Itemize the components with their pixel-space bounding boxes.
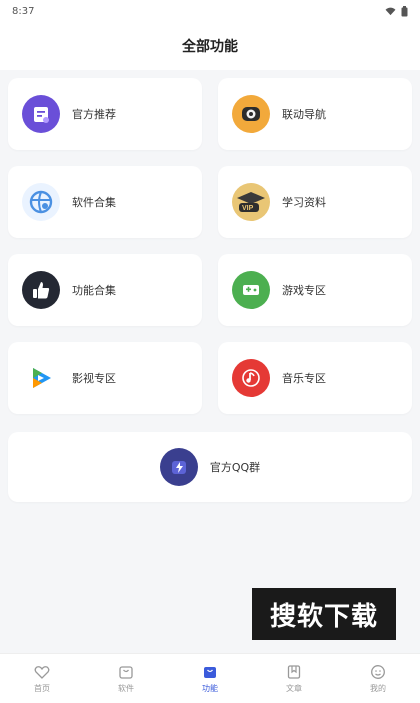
nav-item-articles[interactable]: 文章 — [259, 664, 329, 694]
bag-icon — [204, 666, 216, 678]
software-icon — [22, 183, 60, 221]
feature-label: 功能合集 — [72, 284, 116, 297]
feature-label: 官方推荐 — [72, 108, 116, 121]
feature-label: 游戏专区 — [282, 284, 326, 297]
video-play-icon — [22, 359, 60, 397]
feature-card-study-materials[interactable]: VIP 学习资料 — [218, 166, 412, 238]
vip-study-icon: VIP — [232, 183, 270, 221]
nav-label: 软件 — [118, 683, 134, 693]
bag-icon — [119, 665, 133, 679]
nav-label: 功能 — [202, 683, 218, 693]
lightning-icon — [159, 448, 198, 486]
feature-card-movies[interactable]: 影视专区 — [8, 342, 202, 414]
nav-item-home[interactable]: 首页 — [7, 664, 77, 694]
feature-card-official-qq-group[interactable]: 官方QQ群 — [8, 432, 412, 502]
feature-label: 联动导航 — [282, 108, 326, 121]
gamepad-icon — [232, 271, 270, 309]
music-note-icon — [232, 359, 270, 397]
battery-icon — [401, 5, 408, 16]
page-title: 全部功能 — [182, 39, 238, 55]
feature-card-linked-navigation[interactable]: 联动导航 — [218, 78, 412, 150]
nav-item-functions[interactable]: 功能 — [175, 664, 245, 694]
smile-icon — [371, 664, 385, 679]
heart-icon — [34, 665, 50, 679]
feature-label: 音乐专区 — [282, 372, 326, 385]
wifi-icon — [385, 7, 396, 15]
nav-item-profile[interactable]: 我的 — [343, 664, 413, 694]
feature-label: 影视专区 — [72, 372, 116, 385]
bookmark-icon — [287, 664, 301, 679]
feature-card-function-collection[interactable]: 功能合集 — [8, 254, 202, 326]
status-time: 8:37 — [12, 5, 35, 17]
feature-label: 学习资料 — [282, 196, 326, 209]
nav-label: 文章 — [286, 683, 302, 693]
bottom-nav: 首页 软件 功能 文章 我的 — [0, 653, 420, 703]
recommend-icon — [22, 95, 60, 133]
feature-label: 软件合集 — [72, 196, 116, 209]
feature-card-software-collection[interactable]: 软件合集 — [8, 166, 202, 238]
feature-card-games[interactable]: 游戏专区 — [218, 254, 412, 326]
status-bar: 8:37 — [0, 0, 420, 22]
feature-label: 官方QQ群 — [209, 461, 261, 474]
page-header: 全部功能 — [0, 22, 420, 70]
thumbs-up-icon — [22, 271, 60, 309]
nav-label: 首页 — [34, 683, 50, 693]
feature-card-official-recommend[interactable]: 官方推荐 — [8, 78, 202, 150]
feature-card-music[interactable]: 音乐专区 — [218, 342, 412, 414]
nav-label: 我的 — [370, 683, 386, 693]
watermark: 搜软下载 — [252, 588, 396, 640]
nav-item-software[interactable]: 软件 — [91, 664, 161, 694]
navigation-icon — [232, 95, 270, 133]
svg-text:VIP: VIP — [242, 205, 254, 212]
